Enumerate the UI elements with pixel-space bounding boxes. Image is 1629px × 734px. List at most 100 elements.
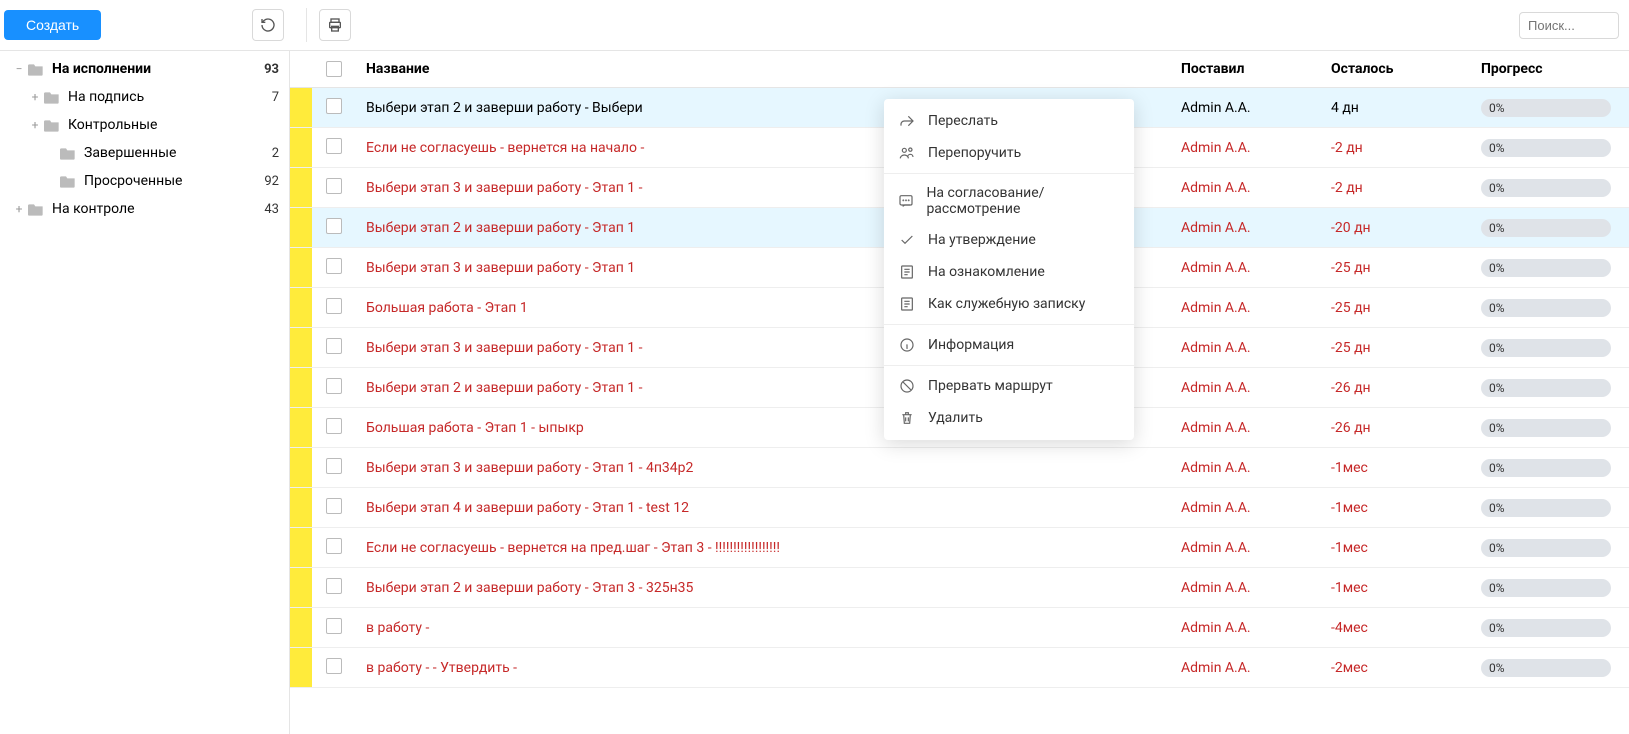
row-checkbox[interactable] [326,578,342,594]
row-checkbox[interactable] [326,538,342,554]
tree-toggle[interactable]: + [28,90,42,104]
row-marker [290,248,312,287]
sidebar-item[interactable]: Завершенные 2 [0,139,289,167]
row-checkbox[interactable] [326,418,342,434]
row-title: Выбери этап 2 и заверши работу - Этап 3 … [354,580,1169,596]
tree-toggle[interactable]: + [28,118,42,132]
row-marker [290,648,312,687]
sidebar-item[interactable]: +На контроле43 [0,195,289,223]
toolbar-divider [306,8,307,42]
col-name[interactable]: Название [354,51,1169,88]
menu-item[interactable]: На утверждение [884,224,1134,256]
progress-bar: 0% [1481,219,1611,237]
row-assigner: Admin A.A. [1169,140,1319,156]
row-checkbox[interactable] [326,458,342,474]
menu-item[interactable]: Как служебную записку [884,288,1134,320]
progress-bar: 0% [1481,139,1611,157]
table-row[interactable]: Выбери этап 2 и заверши работу - Этап 3 … [290,568,1629,608]
menu-item[interactable]: Перепоручить [884,137,1134,169]
folder-icon [60,146,76,160]
menu-item-label: На согласование/рассмотрение [926,185,1120,217]
menu-item-label: Как служебную записку [928,296,1085,312]
col-marker [290,51,314,88]
sidebar-item-label: Завершенные [84,145,268,161]
delete-icon [898,409,916,427]
row-assigner: Admin A.A. [1169,380,1319,396]
progress-bar: 0% [1481,99,1611,117]
row-checkbox[interactable] [326,218,342,234]
refresh-button[interactable] [252,9,284,41]
progress-bar: 0% [1481,459,1611,477]
row-marker [290,488,312,527]
table-row[interactable]: Выбери этап 4 и заверши работу - Этап 1 … [290,488,1629,528]
search-input[interactable] [1519,12,1619,39]
row-title: в работу - [354,620,1169,636]
col-remaining[interactable]: Осталось [1319,51,1469,88]
row-remaining: -2 дн [1319,180,1469,196]
print-button[interactable] [319,9,351,41]
progress-bar: 0% [1481,659,1611,677]
toolbar: Создать [0,0,1629,51]
menu-item[interactable]: Переслать [884,105,1134,137]
memo-icon [898,295,916,313]
row-marker [290,288,312,327]
menu-item-label: На ознакомление [928,264,1045,280]
menu-item[interactable]: Информация [884,329,1134,361]
col-progress[interactable]: Прогресс [1469,51,1629,88]
row-assigner: Admin A.A. [1169,660,1319,676]
row-checkbox[interactable] [326,138,342,154]
folder-icon [44,118,60,132]
table-row[interactable]: Если не согласуешь - вернется на пред.ша… [290,528,1629,568]
progress-bar: 0% [1481,179,1611,197]
col-assigner[interactable]: Поставил [1169,51,1319,88]
sidebar-item-label: Просроченные [84,173,260,189]
menu-item[interactable]: На согласование/рассмотрение [884,178,1134,224]
col-checkbox [314,51,354,88]
create-button[interactable]: Создать [4,10,101,40]
row-remaining: -2мес [1319,660,1469,676]
row-assigner: Admin A.A. [1169,180,1319,196]
row-checkbox[interactable] [326,378,342,394]
row-remaining: -1мес [1319,500,1469,516]
progress-bar: 0% [1481,259,1611,277]
row-remaining: -26 дн [1319,420,1469,436]
tree-toggle[interactable]: + [12,202,26,216]
menu-item-label: Переслать [928,113,998,129]
sidebar-item[interactable]: −На исполнении93 [0,55,289,83]
row-remaining: -26 дн [1319,380,1469,396]
menu-item-label: Удалить [928,410,983,426]
select-all-checkbox[interactable] [326,61,342,77]
row-marker [290,408,312,447]
sidebar-item[interactable]: +На подпись7 [0,83,289,111]
row-remaining: 4 дн [1319,100,1469,116]
row-checkbox[interactable] [326,178,342,194]
row-checkbox[interactable] [326,298,342,314]
sidebar-item-count: 2 [272,146,279,161]
row-assigner: Admin A.A. [1169,620,1319,636]
row-checkbox[interactable] [326,98,342,114]
row-checkbox[interactable] [326,658,342,674]
refresh-icon [260,17,276,33]
menu-item[interactable]: Прервать маршрут [884,370,1134,402]
row-checkbox[interactable] [326,498,342,514]
table-row[interactable]: в работу - - Утвердить -Admin A.A.-2мес0… [290,648,1629,688]
menu-item[interactable]: На ознакомление [884,256,1134,288]
row-checkbox[interactable] [326,618,342,634]
row-marker [290,368,312,407]
sidebar: −На исполнении93+На подпись7+Контрольные… [0,51,290,734]
row-remaining: -4мес [1319,620,1469,636]
row-remaining: -1мес [1319,540,1469,556]
sidebar-item-count: 43 [264,202,279,217]
forward-icon [898,112,916,130]
context-menu: Переслать Перепоручить На согласование/рас… [884,99,1134,440]
table-row[interactable]: Выбери этап 3 и заверши работу - Этап 1 … [290,448,1629,488]
sidebar-item[interactable]: Просроченные92 [0,167,289,195]
table-row[interactable]: в работу -Admin A.A.-4мес0% [290,608,1629,648]
row-title: Выбери этап 3 и заверши работу - Этап 1 … [354,460,1169,476]
row-checkbox[interactable] [326,338,342,354]
row-checkbox[interactable] [326,258,342,274]
menu-item[interactable]: Удалить [884,402,1134,434]
sidebar-item[interactable]: +Контрольные [0,111,289,139]
tree-toggle[interactable]: − [12,62,26,76]
menu-separator [884,173,1134,174]
